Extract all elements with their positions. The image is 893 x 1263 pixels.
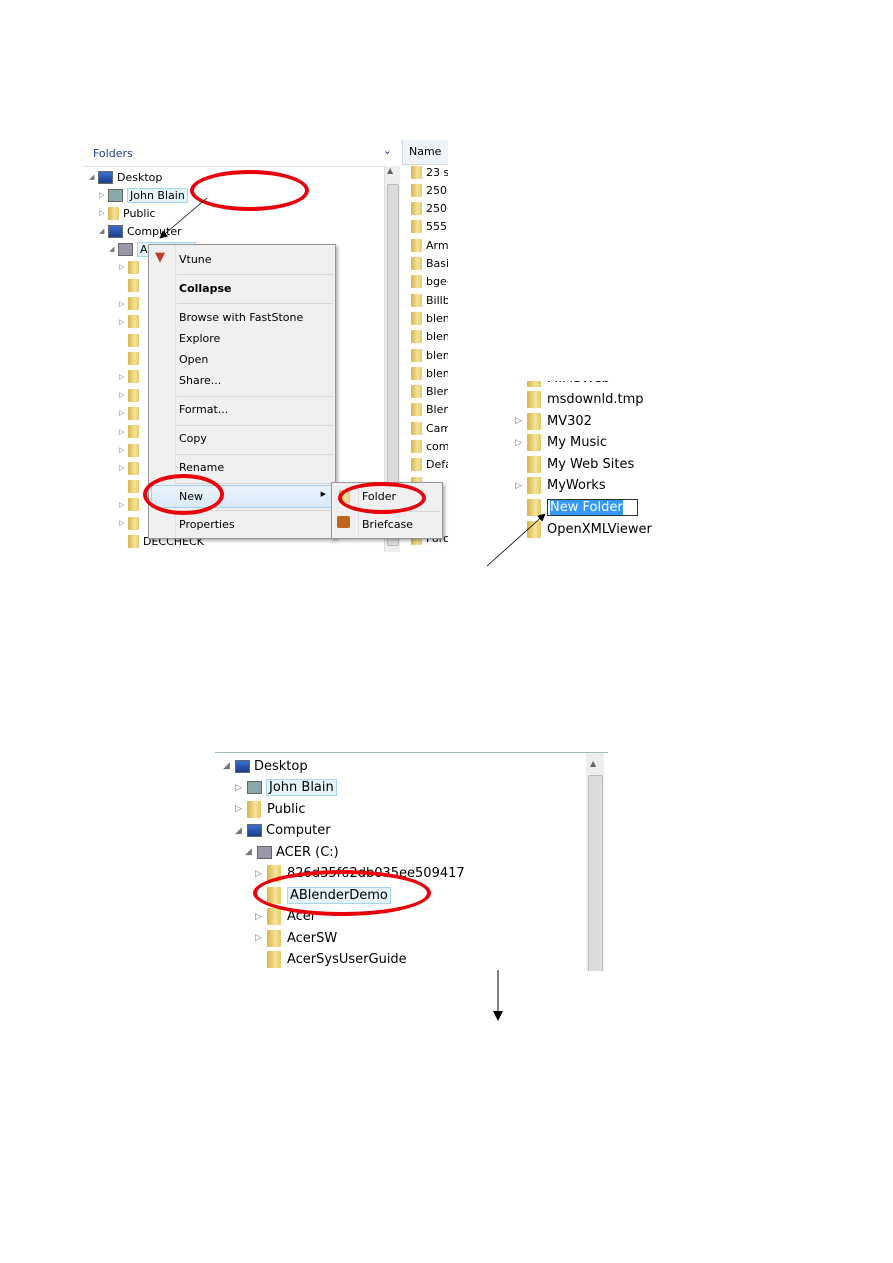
annotation-arrows: [159, 197, 546, 1021]
arrow: [486, 513, 546, 567]
arrow: [159, 197, 208, 239]
